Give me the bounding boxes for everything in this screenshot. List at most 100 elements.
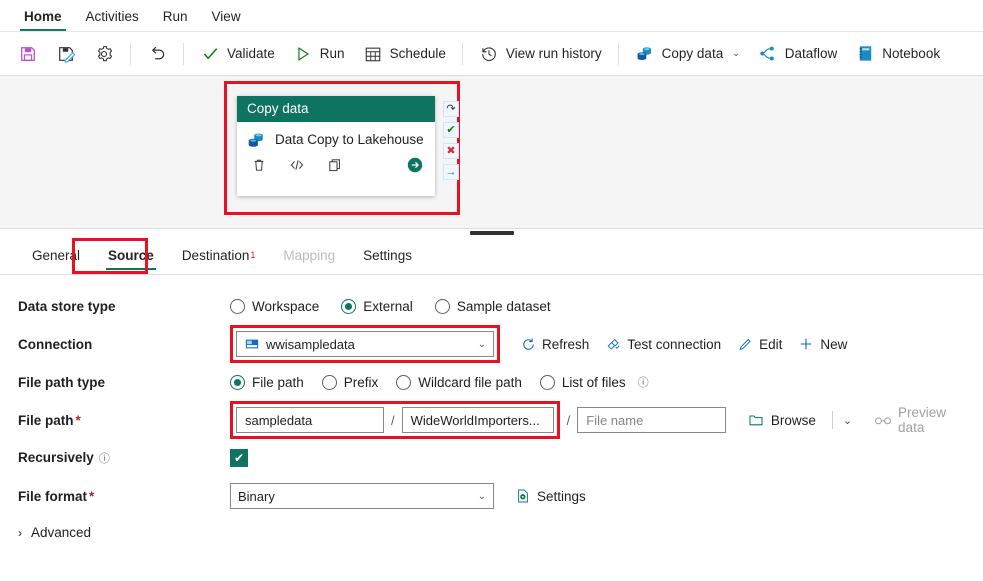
copy-data-activity-highlight: Copy data Data Copy to Lakehouse ↷ ✔ ✖ → <box>224 81 460 215</box>
undo-button[interactable] <box>139 39 175 69</box>
radio-external[interactable]: External <box>341 298 413 314</box>
toolbar-separator-3 <box>461 42 463 65</box>
file-path-label-text: File path <box>18 412 74 428</box>
copy-data-button[interactable]: Copy data ⌄ <box>627 39 748 69</box>
file-path-type-radiogroup: File path Prefix Wildcard file path List… <box>230 374 649 390</box>
radio-wildcard-file-path[interactable]: Wildcard file path <box>396 374 522 390</box>
ribbon-toolbar: Validate Run Schedule View run history C… <box>0 32 983 76</box>
radio-list-of-files-label: List of files <box>561 374 626 390</box>
plug-icon <box>605 336 621 352</box>
preview-data-label: Preview data <box>898 405 947 435</box>
browse-button[interactable]: Browse <box>740 407 824 433</box>
recursively-info-icon[interactable]: ⓘ <box>99 453 110 465</box>
refresh-label: Refresh <box>542 336 590 352</box>
edit-connection-button[interactable]: Edit <box>729 331 790 357</box>
refresh-icon <box>520 336 536 352</box>
radio-file-path-label: File path <box>252 374 304 390</box>
file-settings-icon <box>514 488 531 505</box>
radio-sample-dataset[interactable]: Sample dataset <box>434 298 551 314</box>
file-path-directory-input[interactable]: WideWorldImporters... <box>401 407 554 433</box>
schedule-label: Schedule <box>389 46 446 61</box>
blob-storage-icon <box>244 337 259 352</box>
radio-workspace[interactable]: Workspace <box>230 298 320 314</box>
on-retry-connector-icon[interactable]: ↷ <box>443 101 459 117</box>
dataflow-button[interactable]: Dataflow <box>750 39 846 69</box>
test-connection-button[interactable]: Test connection <box>597 331 729 357</box>
data-store-type-radiogroup: Workspace External Sample dataset <box>230 298 551 314</box>
calendar-icon <box>363 44 383 64</box>
on-completion-connector-icon[interactable]: → <box>443 164 459 180</box>
run-button[interactable]: Run <box>285 39 353 69</box>
menu-item-activities[interactable]: Activities <box>74 9 151 31</box>
connection-label: Connection <box>18 336 93 352</box>
tab-source[interactable]: Source <box>94 236 168 274</box>
chevron-down-icon[interactable]: ⌄ <box>732 48 740 59</box>
schedule-button[interactable]: Schedule <box>355 39 454 69</box>
advanced-section-toggle[interactable]: › Advanced <box>0 525 983 540</box>
pencil-icon <box>737 336 753 352</box>
save-button[interactable] <box>10 39 46 69</box>
new-connection-button[interactable]: New <box>790 331 855 357</box>
menu-item-run[interactable]: Run <box>151 9 200 31</box>
save-icon <box>18 44 38 64</box>
radio-workspace-dot <box>230 298 245 314</box>
copy-data-icon <box>635 44 655 64</box>
tab-general[interactable]: General <box>18 236 94 274</box>
validate-button[interactable]: Validate <box>192 39 283 69</box>
play-icon <box>293 44 313 64</box>
panel-splitter[interactable] <box>0 228 983 236</box>
file-path-container-input[interactable]: sampledata <box>236 407 384 433</box>
radio-list-of-files[interactable]: List of files ⓘ <box>539 374 649 390</box>
plus-icon <box>798 336 814 352</box>
refresh-button[interactable]: Refresh <box>512 331 597 357</box>
on-success-connector-icon[interactable]: ✔ <box>443 122 459 138</box>
delete-icon[interactable] <box>249 155 269 175</box>
row-data-store-type: Data store type Workspace External Sampl… <box>0 287 983 325</box>
splitter-grip[interactable] <box>469 230 514 235</box>
radio-workspace-label: Workspace <box>252 298 320 314</box>
file-format-dropdown[interactable]: Binary ⌄ <box>230 483 494 509</box>
activity-run-icon[interactable] <box>405 155 425 175</box>
copy-data-icon <box>246 130 266 150</box>
notebook-button[interactable]: Notebook <box>847 39 948 69</box>
tab-destination[interactable]: Destination 1 <box>168 236 270 274</box>
tab-settings[interactable]: Settings <box>349 236 426 274</box>
path-separator-2: / <box>566 412 571 428</box>
connection-dropdown[interactable]: wwisampledata ⌄ <box>236 331 494 357</box>
code-view-icon[interactable] <box>287 155 307 175</box>
browse-chevron-down-icon[interactable]: ⌄ <box>843 414 852 427</box>
file-name-input[interactable]: File name <box>577 407 726 433</box>
row-file-path: File path * sampledata / WideWorldImporte… <box>0 401 983 439</box>
copy-data-activity-card[interactable]: Copy data Data Copy to Lakehouse <box>237 96 435 196</box>
history-icon <box>479 44 499 64</box>
preview-data-button: Preview data <box>866 405 983 435</box>
checkmark-icon <box>200 44 220 64</box>
gear-icon <box>94 44 114 64</box>
file-format-settings-button[interactable]: Settings <box>506 483 594 509</box>
edit-connection-label: Edit <box>759 336 783 352</box>
recursively-checkbox[interactable]: ✔ <box>230 449 248 467</box>
radio-prefix-dot <box>321 374 337 390</box>
radio-file-path[interactable]: File path <box>230 374 304 390</box>
view-run-history-button[interactable]: View run history <box>471 39 610 69</box>
radio-prefix[interactable]: Prefix <box>321 374 378 390</box>
on-fail-connector-icon[interactable]: ✖ <box>443 143 459 159</box>
pipeline-canvas[interactable]: Copy data Data Copy to Lakehouse ↷ ✔ ✖ → <box>0 76 983 228</box>
recursively-label-text: Recursively <box>18 450 94 465</box>
save-as-icon <box>56 44 76 64</box>
pipeline-settings-button[interactable] <box>86 39 122 69</box>
duplicate-icon[interactable] <box>325 155 345 175</box>
menu-item-view[interactable]: View <box>200 9 253 31</box>
save-as-button[interactable] <box>48 39 84 69</box>
file-path-type-label: File path type <box>18 374 106 390</box>
list-of-files-info-icon[interactable]: ⓘ <box>638 374 649 390</box>
row-recursively: Recursively ⓘ ✔ <box>0 439 983 477</box>
activity-name: Data Copy to Lakehouse <box>275 132 424 147</box>
required-marker: * <box>89 488 95 504</box>
chevron-down-icon[interactable]: ⌄ <box>478 491 486 502</box>
chevron-right-icon: › <box>18 525 22 540</box>
menu-item-home[interactable]: Home <box>12 9 74 31</box>
row-file-path-type: File path type File path Prefix Wildcard… <box>0 363 983 401</box>
chevron-down-icon[interactable]: ⌄ <box>478 339 486 350</box>
radio-external-dot <box>341 298 357 314</box>
